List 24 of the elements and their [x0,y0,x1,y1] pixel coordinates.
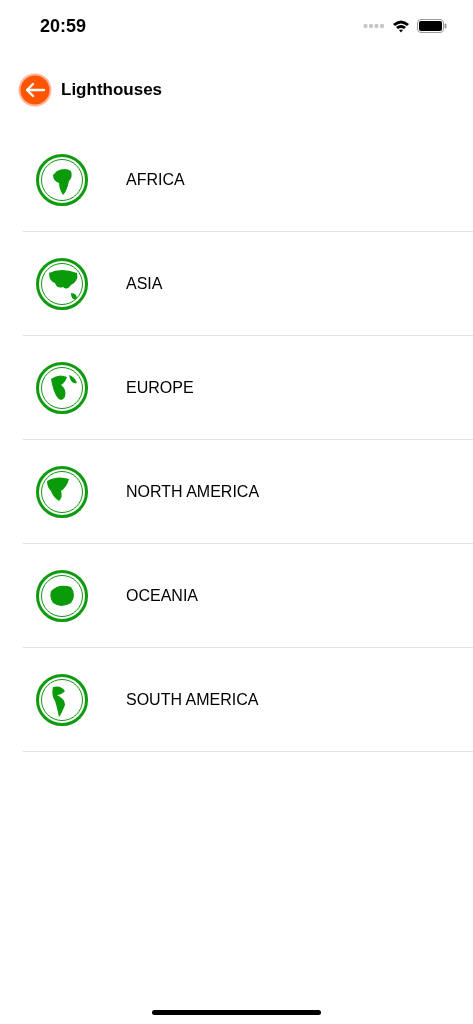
battery-icon [417,19,447,33]
region-label: NORTH AMERICA [126,482,260,501]
region-row[interactable]: NORTH AMERICA [23,440,473,544]
region-row[interactable]: OCEANIA [23,544,473,648]
status-time: 20:59 [40,15,87,37]
globe-icon [36,257,88,310]
globe-icon [36,465,88,518]
region-label: ASIA [126,274,163,293]
region-row[interactable]: EUROPE [23,336,473,440]
globe-icon [36,673,88,726]
region-label: EUROPE [126,378,194,397]
region-row[interactable]: SOUTH AMERICA [23,648,473,752]
region-row[interactable]: ASIA [23,232,473,336]
globe-icon [36,569,88,622]
region-row[interactable]: AFRICA [23,128,473,232]
back-button[interactable] [18,73,52,107]
region-label: SOUTH AMERICA [126,690,259,709]
region-label: OCEANIA [126,586,198,605]
nav-title: Lighthouses [61,80,163,100]
signal-icon [363,23,385,29]
region-label: AFRICA [126,170,185,189]
globe-icon [36,361,88,414]
wifi-icon [392,19,410,33]
globe-icon [36,153,88,206]
